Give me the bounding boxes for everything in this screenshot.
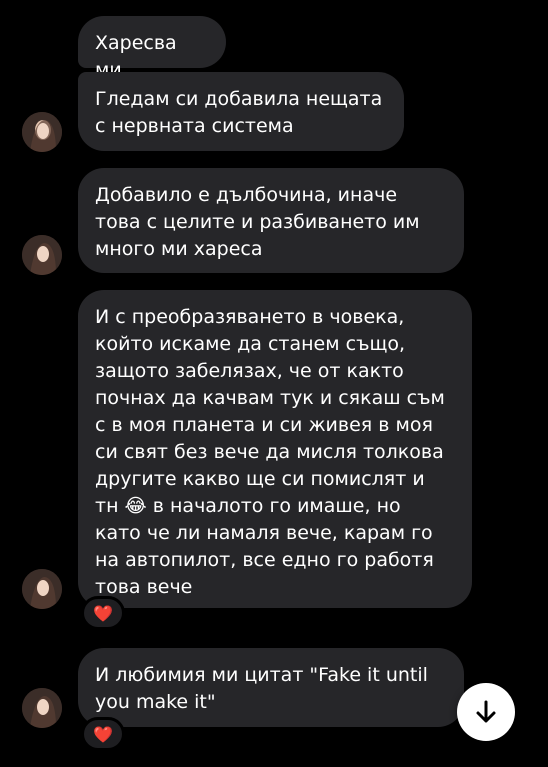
- heart-reaction[interactable]: ❤️: [81, 717, 125, 751]
- scroll-to-bottom-button[interactable]: [457, 683, 515, 741]
- avatar-photo: [22, 235, 62, 275]
- message-bubble[interactable]: И с преобразяването в човека, който иска…: [78, 290, 472, 608]
- avatar-photo: [22, 569, 62, 609]
- avatar-photo: [22, 112, 62, 152]
- avatar[interactable]: [22, 235, 62, 275]
- message-bubble[interactable]: И любимия ми цитат "Fake it until you ma…: [78, 648, 464, 727]
- avatar[interactable]: [22, 569, 62, 609]
- heart-reaction[interactable]: ❤️: [81, 596, 125, 630]
- chat-thread: Харесва ми Гледам си добавила нещата с н…: [0, 0, 548, 767]
- message-bubble[interactable]: Гледам си добавила нещата с нервната сис…: [78, 72, 404, 151]
- avatar-photo: [22, 688, 62, 728]
- heart-icon: ❤️: [93, 724, 113, 744]
- message-bubble[interactable]: Харесва ми: [78, 16, 226, 81]
- arrow-down-icon: [476, 700, 496, 723]
- message-bubble[interactable]: Добавило е дълбочина, иначе това с целит…: [78, 168, 464, 273]
- heart-icon: ❤️: [93, 603, 113, 623]
- avatar[interactable]: [22, 112, 62, 152]
- avatar[interactable]: [22, 688, 62, 728]
